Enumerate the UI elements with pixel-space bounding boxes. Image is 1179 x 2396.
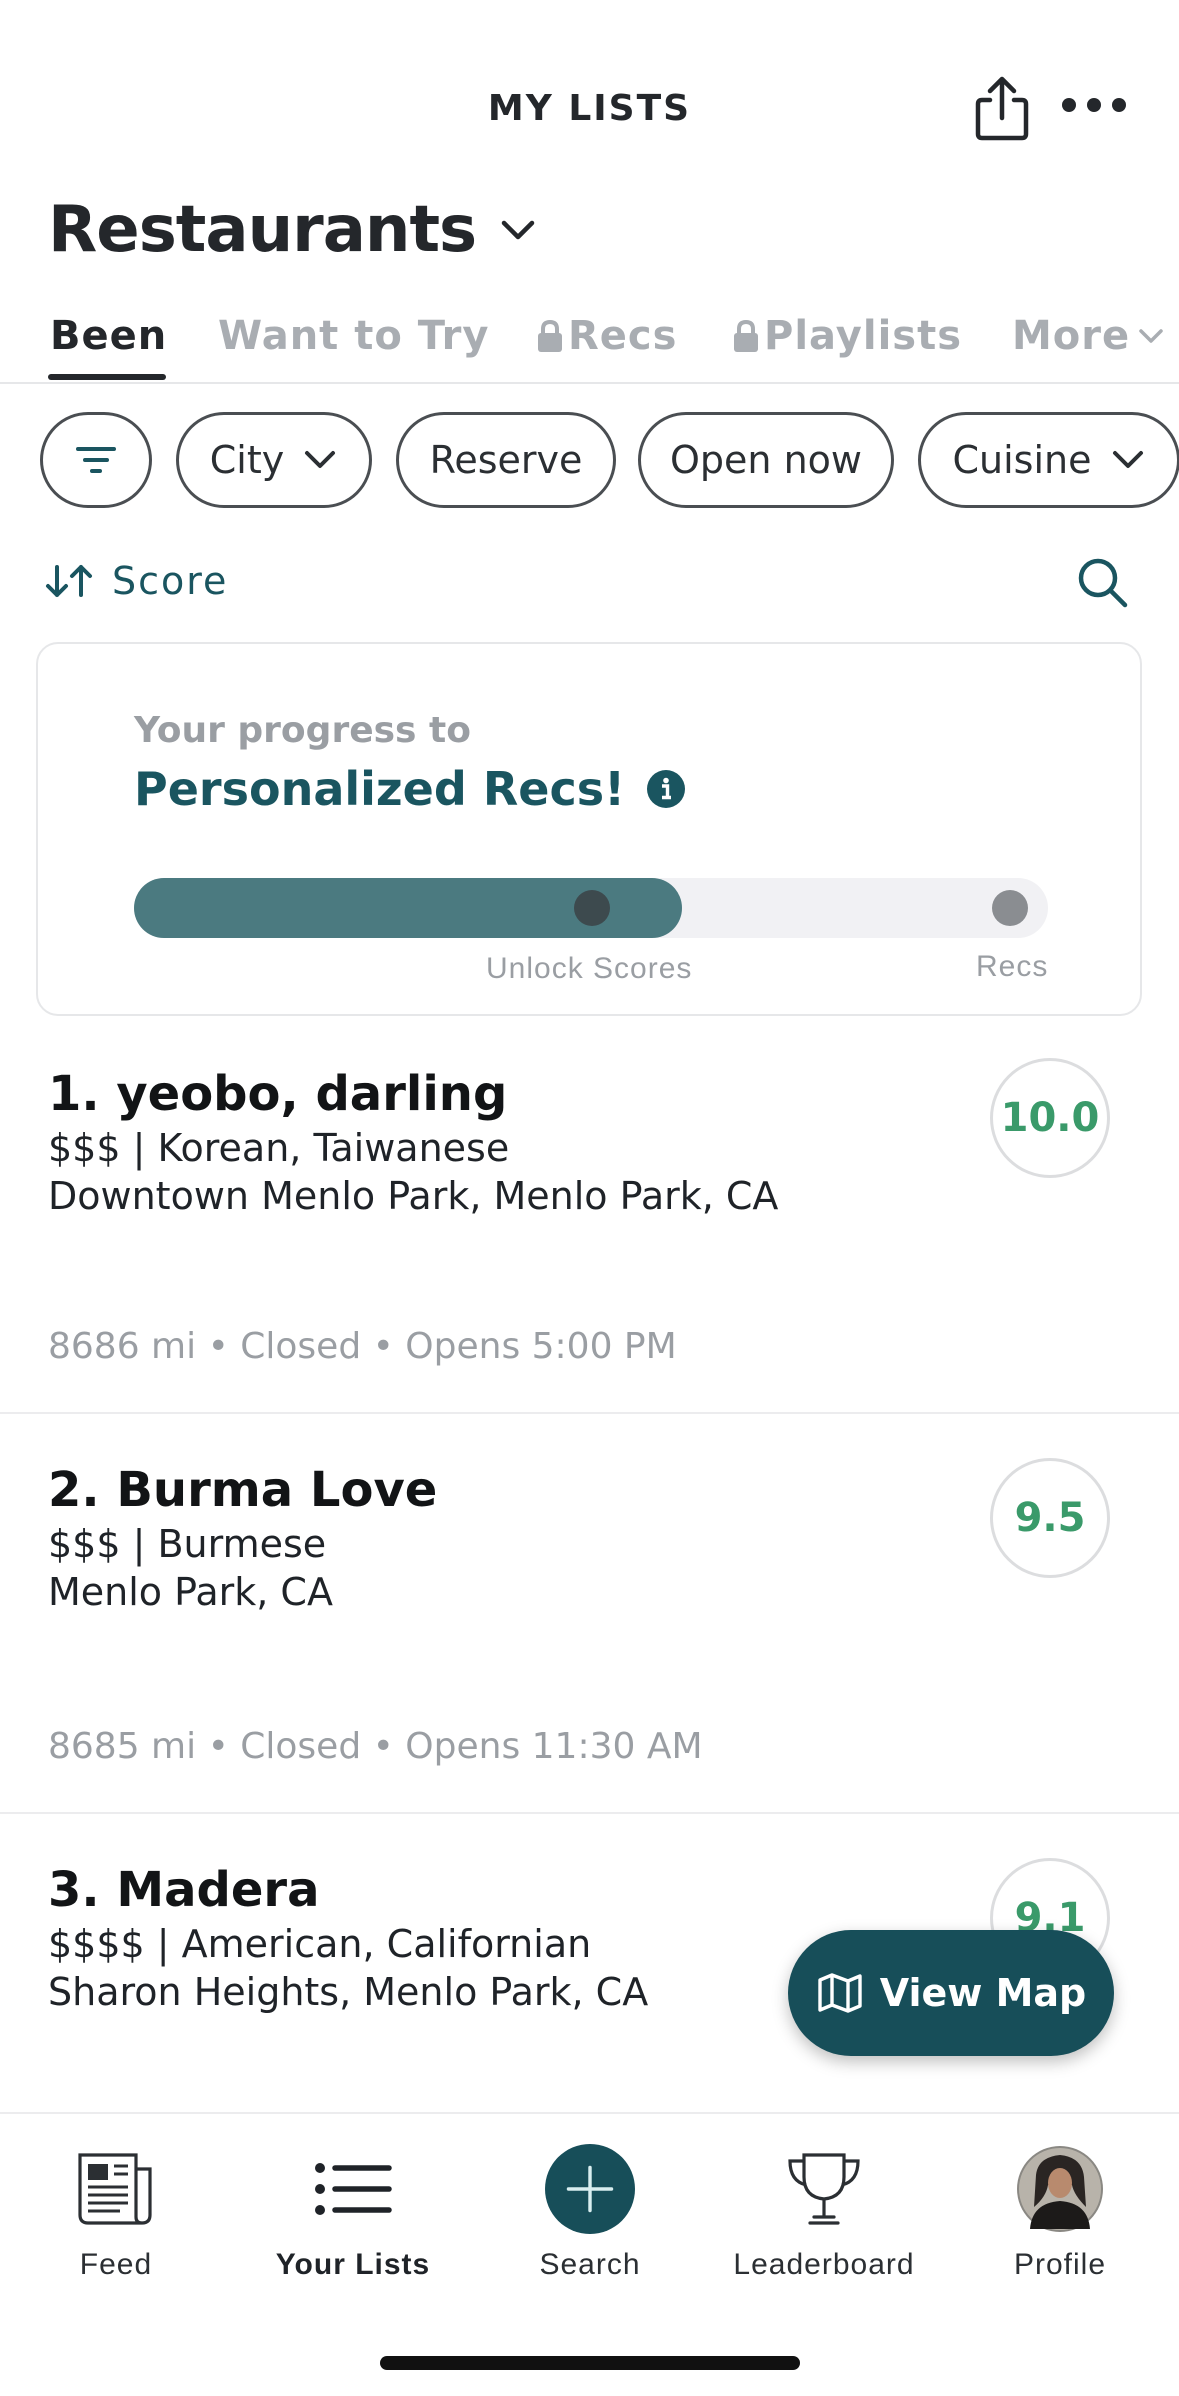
restaurant-location: Sharon Heights, Menlo Park, CA	[48, 1970, 649, 2014]
more-options-icon[interactable]	[1058, 88, 1130, 122]
restaurant-location: Downtown Menlo Park, Menlo Park, CA	[48, 1174, 779, 1218]
progress-title: Personalized Recs!	[134, 762, 686, 816]
score-badge: 10.0	[990, 1058, 1110, 1178]
sort-arrows-icon	[46, 565, 92, 597]
progress-card: Your progress to Personalized Recs! Unlo…	[36, 642, 1142, 1016]
chevron-down-icon	[305, 451, 336, 468]
info-icon[interactable]	[647, 770, 686, 808]
milestone-label-recs: Recs	[976, 950, 1049, 983]
nav-search[interactable]: Search	[480, 2144, 700, 2284]
tab-want-to-try[interactable]: Want to Try	[218, 306, 489, 366]
chevron-down-icon	[1139, 329, 1163, 343]
chevron-down-icon	[501, 220, 535, 240]
progress-subtitle: Your progress to	[134, 710, 471, 751]
active-tab-indicator	[48, 374, 166, 380]
list-tabs: Been Want to Try Recs Playlists More	[0, 300, 1179, 384]
chevron-down-icon	[1112, 451, 1143, 468]
restaurant-location: Menlo Park, CA	[48, 1570, 333, 1614]
plus-icon	[545, 2144, 635, 2234]
avatar	[1015, 2144, 1105, 2234]
tab-been[interactable]: Been	[50, 306, 167, 366]
tab-playlists[interactable]: Playlists	[732, 306, 962, 366]
top-bar: MY LISTS	[0, 0, 1179, 170]
reserve-filter[interactable]: Reserve	[396, 412, 616, 508]
tab-recs[interactable]: Recs	[536, 306, 677, 366]
restaurant-status: 8685 mi • Closed • Opens 11:30 AM	[48, 1726, 703, 1767]
lock-icon	[538, 319, 562, 352]
nav-feed[interactable]: Feed	[6, 2144, 226, 2284]
list-title: Restaurants	[48, 193, 477, 267]
restaurant-status: 8686 mi • Closed • Opens 5:00 PM	[48, 1326, 677, 1367]
search-icon[interactable]	[1074, 554, 1130, 610]
restaurant-price-cuisine: $$$$ | American, Californian	[48, 1922, 592, 1966]
map-icon	[818, 1973, 862, 2013]
restaurant-name: 1. yeobo, darling	[48, 1066, 508, 1122]
bottom-nav: Feed Your Lists Search Leaderboard Profi…	[0, 2112, 1179, 2396]
tab-more[interactable]: More	[1012, 306, 1166, 366]
share-icon[interactable]	[970, 74, 1034, 142]
milestone-label-unlock-scores: Unlock Scores	[486, 952, 693, 985]
sort-label: Score	[112, 559, 229, 603]
restaurant-price-cuisine: $$$ | Korean, Taiwanese	[48, 1126, 510, 1170]
nav-leaderboard[interactable]: Leaderboard	[714, 2144, 934, 2284]
nav-profile[interactable]: Profile	[950, 2144, 1170, 2284]
filter-icon	[76, 447, 116, 473]
restaurant-row[interactable]: 2. Burma Love $$$ | Burmese Menlo Park, …	[0, 1414, 1179, 1814]
list-icon	[308, 2144, 398, 2234]
nav-your-lists[interactable]: Your Lists	[243, 2144, 463, 2284]
filter-chips: City Reserve Open now Cuisine	[0, 412, 1179, 512]
lock-icon	[734, 319, 758, 352]
cuisine-filter[interactable]: Cuisine	[918, 412, 1179, 508]
newspaper-icon	[71, 2144, 161, 2234]
open-now-filter[interactable]: Open now	[638, 412, 894, 508]
restaurant-price-cuisine: $$$ | Burmese	[48, 1522, 327, 1566]
list-selector[interactable]: Restaurants	[48, 190, 538, 270]
city-filter[interactable]: City	[176, 412, 372, 508]
sort-button[interactable]: Score	[44, 556, 228, 606]
restaurant-row[interactable]: 1. yeobo, darling $$$ | Korean, Taiwanes…	[0, 1016, 1179, 1414]
home-indicator	[380, 2356, 800, 2370]
milestone-dot-unlock-scores	[574, 890, 610, 926]
restaurant-name: 3. Madera	[48, 1862, 320, 1918]
trophy-icon	[779, 2144, 869, 2234]
milestone-dot-recs	[992, 890, 1028, 926]
restaurant-name: 2. Burma Love	[48, 1462, 438, 1518]
view-map-button[interactable]: View Map	[788, 1930, 1114, 2056]
score-badge: 9.5	[990, 1458, 1110, 1578]
progress-bar	[134, 878, 1048, 938]
filter-button[interactable]	[40, 412, 152, 508]
